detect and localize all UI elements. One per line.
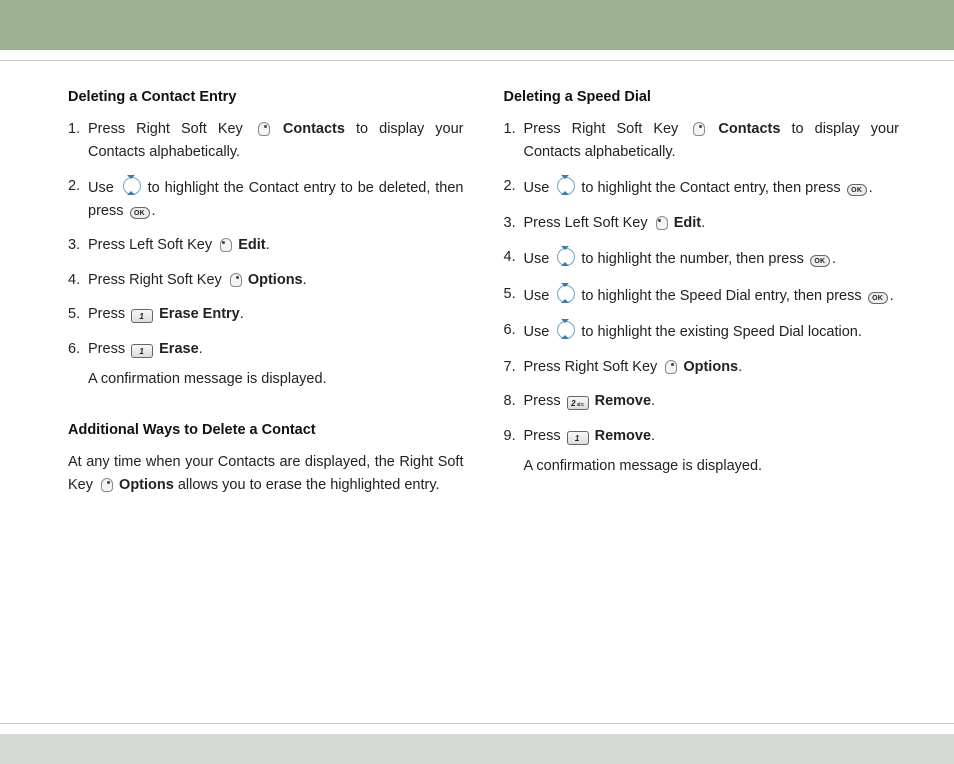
bold: Erase Entry <box>159 306 240 322</box>
text: . <box>890 288 894 304</box>
nav-key-icon <box>555 283 575 303</box>
bold: Options <box>119 477 174 493</box>
footer-rule <box>0 723 954 724</box>
page-content: Deleting a Contact Entry Press Right Sof… <box>68 86 899 508</box>
step-1: Press Right Soft Key Contacts to display… <box>68 118 464 163</box>
step-6: Press 1 Erase. <box>68 338 464 360</box>
key-1-icon: 1 <box>567 431 589 445</box>
text: . <box>199 341 203 357</box>
bold: Edit <box>238 237 265 253</box>
text: Press <box>524 428 565 444</box>
left-soft-key-icon <box>218 236 232 252</box>
footer-band <box>0 734 954 764</box>
header-rule <box>0 60 954 61</box>
text: to highlight the Contact entry, then pre… <box>581 180 844 196</box>
left-column: Deleting a Contact Entry Press Right Sof… <box>68 86 464 508</box>
text: . <box>701 215 705 231</box>
key-2-icon: 2abc <box>567 396 589 410</box>
text: Press <box>88 306 129 322</box>
left-soft-key-icon <box>654 214 668 230</box>
right-column: Deleting a Speed Dial Press Right Soft K… <box>504 86 900 508</box>
text: to highlight the existing Speed Dial loc… <box>581 324 862 340</box>
text: Press Right Soft Key <box>524 121 690 137</box>
heading: Additional Ways to Delete a Contact <box>68 419 464 441</box>
heading: Deleting a Contact Entry <box>68 86 464 108</box>
text: . <box>651 428 655 444</box>
ok-key-icon: OK <box>847 184 867 196</box>
ok-key-icon: OK <box>130 207 150 219</box>
section-additional-ways: Additional Ways to Delete a Contact At a… <box>68 419 464 496</box>
heading: Deleting a Speed Dial <box>504 86 900 108</box>
nav-key-icon <box>555 175 575 195</box>
text: . <box>240 306 244 322</box>
step-4: Press Right Soft Key Options. <box>68 269 464 291</box>
text: . <box>152 203 156 219</box>
step-5: Use to highlight the Speed Dial entry, t… <box>504 283 900 307</box>
bold: Options <box>248 272 303 288</box>
step-1: Press Right Soft Key Contacts to display… <box>504 118 900 163</box>
right-soft-key-icon <box>691 120 705 136</box>
step-7: Press Right Soft Key Options. <box>504 356 900 378</box>
step-3: Press Left Soft Key Edit. <box>68 234 464 256</box>
text: allows you to erase the highlighted entr… <box>178 477 440 493</box>
right-soft-key-icon <box>228 271 242 287</box>
text: . <box>869 180 873 196</box>
bold: Contacts <box>283 121 345 137</box>
paragraph: At any time when your Contacts are displ… <box>68 451 464 496</box>
text: Press Right Soft Key <box>88 121 254 137</box>
note: A confirmation message is displayed. <box>68 368 464 390</box>
text: Press Left Soft Key <box>88 237 216 253</box>
bold: Edit <box>674 215 701 231</box>
text: Use <box>524 251 554 267</box>
bold: Remove <box>595 428 651 444</box>
step-8: Press 2abc Remove. <box>504 390 900 412</box>
text: Press Right Soft Key <box>524 359 662 375</box>
step-2: Use to highlight the Contact entry, then… <box>504 175 900 199</box>
header-band <box>0 0 954 50</box>
bold: Options <box>683 359 738 375</box>
step-6: Use to highlight the existing Speed Dial… <box>504 319 900 343</box>
note: A confirmation message is displayed. <box>504 455 900 477</box>
bold: Contacts <box>718 121 780 137</box>
ok-key-icon: OK <box>868 292 888 304</box>
text: Use <box>524 180 554 196</box>
text: Use <box>524 324 554 340</box>
step-3: Press Left Soft Key Edit. <box>504 212 900 234</box>
text: . <box>303 272 307 288</box>
text: . <box>832 251 836 267</box>
step-9: Press 1 Remove. <box>504 425 900 447</box>
text: Press Left Soft Key <box>524 215 652 231</box>
text: . <box>266 237 270 253</box>
step-5: Press 1 Erase Entry. <box>68 303 464 325</box>
section-deleting-contact: Deleting a Contact Entry Press Right Sof… <box>68 86 464 391</box>
section-deleting-speed-dial: Deleting a Speed Dial Press Right Soft K… <box>504 86 900 478</box>
key-1-icon: 1 <box>131 309 153 323</box>
steps-list: Press Right Soft Key Contacts to display… <box>504 118 900 447</box>
text: to highlight the Speed Dial entry, then … <box>581 288 865 304</box>
text: Press <box>524 393 565 409</box>
text: Press Right Soft Key <box>88 272 226 288</box>
key-1-icon: 1 <box>131 344 153 358</box>
text: Use <box>88 180 119 196</box>
text: Press <box>88 341 129 357</box>
right-soft-key-icon <box>99 476 113 492</box>
text: to highlight the number, then press <box>581 251 808 267</box>
nav-key-icon <box>121 175 141 195</box>
nav-key-icon <box>555 246 575 266</box>
steps-list: Press Right Soft Key Contacts to display… <box>68 118 464 360</box>
ok-key-icon: OK <box>810 255 830 267</box>
right-soft-key-icon <box>663 358 677 374</box>
bold: Remove <box>595 393 651 409</box>
step-4: Use to highlight the number, then press … <box>504 246 900 270</box>
step-2: Use to highlight the Contact entry to be… <box>68 175 464 222</box>
nav-key-icon <box>555 319 575 339</box>
text: Use <box>524 288 554 304</box>
text: . <box>738 359 742 375</box>
bold: Erase <box>159 341 199 357</box>
text: . <box>651 393 655 409</box>
right-soft-key-icon <box>256 120 270 136</box>
